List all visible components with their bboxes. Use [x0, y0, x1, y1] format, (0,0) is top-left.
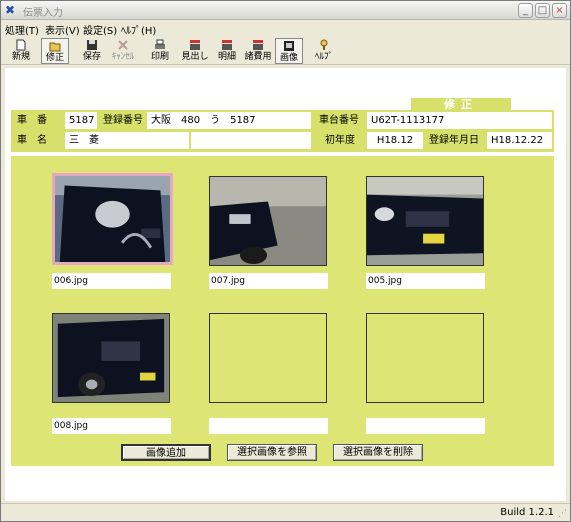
chassis-value[interactable]: U62T-1113177 [367, 112, 552, 129]
number-label: 車 番 [13, 112, 65, 129]
minimize-button[interactable]: _ [518, 3, 533, 18]
number-value[interactable]: 5187 [65, 112, 97, 129]
header-button[interactable]: 見出し [181, 38, 209, 64]
toolbar: 新規 修正 保存 ｷｬﾝｾﾙ 印刷 見出し 明細 諸費用 画像 ﾍﾙﾌﾟ [1, 37, 570, 65]
chassis-label: 車台番号 [315, 112, 365, 129]
delete-selected-image-button[interactable]: 選択画像を削除 [333, 444, 423, 461]
maximize-button[interactable]: □ [535, 3, 550, 18]
detail-button[interactable]: 明細 [215, 38, 239, 64]
reg-date-value[interactable]: H18.12.22 [487, 132, 552, 149]
photo-thumb-4[interactable] [52, 313, 170, 403]
header-label: 見出し [181, 52, 209, 62]
save-label: 保存 [82, 52, 101, 62]
add-image-button[interactable]: 画像追加 [121, 444, 211, 461]
reg-no-value[interactable]: 大阪 480 う 5187 [147, 112, 311, 129]
vehicle-info-panel: 車 番 5187 登録番号 大阪 480 う 5187 車台番号 U62T-11… [11, 110, 554, 152]
photos-panel: 006.jpg 007.jpg 005.jpg 008.jpg 画像追加 選択画… [11, 156, 554, 466]
new-label: 新規 [11, 52, 30, 62]
photo-filename-1: 006.jpg [52, 273, 171, 289]
new-button[interactable]: 新規 [8, 38, 34, 64]
save-button[interactable]: 保存 [79, 38, 105, 64]
print-label: 印刷 [150, 52, 169, 62]
image-label: 画像 [279, 53, 298, 63]
resize-grip-icon[interactable]: ⋰ [558, 509, 568, 519]
photo-thumb-1[interactable] [52, 173, 173, 265]
photo-filename-4: 008.jpg [52, 418, 171, 434]
detail-icon [222, 40, 232, 50]
cancel-button[interactable]: ｷｬﾝｾﾙ [108, 38, 138, 64]
new-icon [16, 39, 26, 51]
edit-button[interactable]: 修正 [41, 38, 69, 64]
photo-filename-3: 005.jpg [366, 273, 485, 289]
photo-thumb-3[interactable] [366, 176, 484, 266]
edit-icon [49, 42, 61, 52]
photo-thumb-6[interactable] [366, 313, 484, 403]
status-bar: Build 1.2.1 ⋰ [1, 503, 570, 521]
print-icon [155, 39, 165, 49]
menu-process[interactable]: 処理(T) [5, 22, 39, 37]
photo-filename-5 [209, 418, 328, 434]
expenses-label: 諸費用 [244, 52, 272, 62]
first-reg-label: 初年度 [321, 132, 365, 149]
close-button[interactable]: × [552, 3, 567, 18]
photo-thumb-2[interactable] [209, 176, 327, 266]
app-window: ✖ 伝票入力 _ □ × 処理(T) 表示(V) 設定(S) ﾍﾙﾌﾟ(H) 新… [0, 0, 571, 522]
image-button[interactable]: 画像 [275, 38, 303, 64]
car-photo-side-front [53, 314, 169, 402]
print-button[interactable]: 印刷 [147, 38, 173, 64]
help-button[interactable]: ﾍﾙﾌﾟ [312, 38, 336, 64]
car-photo-front [210, 177, 326, 265]
car-photo-front-left [55, 176, 170, 262]
cancel-label: ｷｬﾝｾﾙ [111, 52, 135, 62]
main-area: 修正 車 番 5187 登録番号 大阪 480 う 5187 車台番号 U62T… [5, 68, 566, 501]
app-icon: ✖ [5, 3, 16, 17]
reg-date-label: 登録年月日 [425, 132, 485, 149]
photo-thumb-5[interactable] [209, 313, 327, 403]
reg-no-label: 登録番号 [99, 112, 147, 129]
header-icon [190, 40, 200, 50]
menu-settings[interactable]: 設定(S) [83, 22, 117, 37]
photo-filename-2: 007.jpg [209, 273, 328, 289]
photo-filename-6 [366, 418, 485, 434]
detail-label: 明細 [217, 52, 236, 62]
help-label: ﾍﾙﾌﾟ [314, 52, 333, 62]
cancel-icon [118, 40, 128, 50]
image-icon [284, 41, 294, 51]
build-version: Build 1.2.1 [500, 507, 554, 518]
first-reg-value[interactable]: H18.12 [367, 132, 423, 149]
view-selected-image-button[interactable]: 選択画像を参照 [227, 444, 317, 461]
car-name-value[interactable]: 三 菱 [65, 132, 189, 149]
expenses-icon [253, 40, 263, 50]
car-photo-grille [367, 177, 483, 265]
window-title: 伝票入力 [23, 8, 63, 19]
title-bar[interactable]: ✖ 伝票入力 _ □ × [1, 1, 570, 20]
car-name-label: 車 名 [13, 132, 65, 149]
menu-help[interactable]: ﾍﾙﾌﾟ(H) [121, 22, 156, 37]
car-name-extra[interactable] [191, 132, 311, 149]
menu-view[interactable]: 表示(V) [45, 22, 80, 37]
edit-label: 修正 [45, 53, 64, 63]
menu-bar: 処理(T) 表示(V) 設定(S) ﾍﾙﾌﾟ(H) [1, 20, 570, 37]
expenses-button[interactable]: 諸費用 [243, 38, 273, 64]
save-icon [87, 40, 97, 50]
help-icon [320, 39, 328, 50]
